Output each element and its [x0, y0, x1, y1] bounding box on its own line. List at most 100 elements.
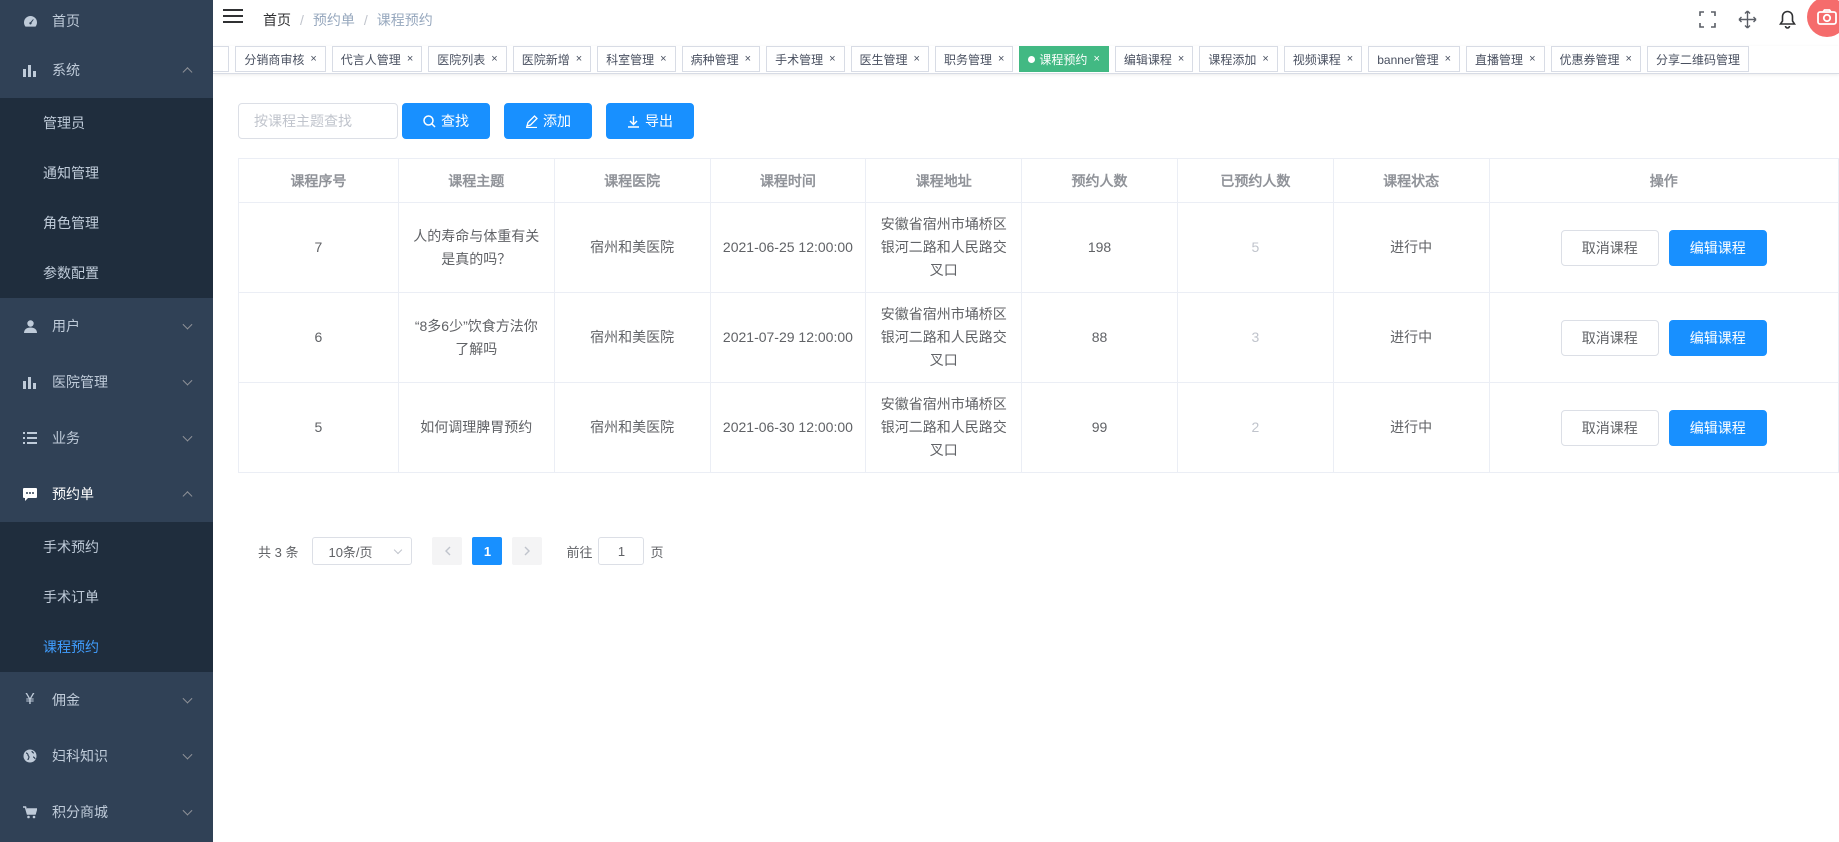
- sub-item-notice[interactable]: 通知管理: [0, 148, 213, 198]
- breadcrumb-home[interactable]: 首页: [263, 10, 291, 30]
- menu-home-label: 首页: [52, 13, 80, 29]
- tag-live[interactable]: 直播管理 ×: [1466, 46, 1545, 72]
- avatar[interactable]: [1807, 0, 1839, 37]
- edit-course-button[interactable]: 编辑课程: [1668, 319, 1767, 356]
- cell-id: 7: [238, 202, 399, 293]
- close-icon[interactable]: ×: [1262, 53, 1268, 65]
- toolbar: 查找 添加 导出: [238, 103, 694, 139]
- tag-add-course[interactable]: 课程添加 ×: [1199, 46, 1278, 72]
- menu-hospital[interactable]: 医院管理: [0, 354, 213, 410]
- breadcrumb-separator: /: [363, 12, 368, 28]
- menu-commission[interactable]: ¥ 佣金: [0, 672, 213, 728]
- page-size-select[interactable]: 10条/页: [312, 537, 413, 565]
- menu-gyn[interactable]: 妇科知识: [0, 728, 213, 784]
- course-table: 课程序号 课程主题 课程医院 课程时间 课程地址 预约人数 已预约人数 课程状态…: [238, 158, 1839, 473]
- download-icon: [627, 115, 640, 128]
- search-button[interactable]: 查找: [402, 103, 490, 139]
- fullscreen-icon[interactable]: [1687, 0, 1727, 38]
- close-icon[interactable]: ×: [407, 53, 413, 65]
- chevron-up-icon: [182, 67, 193, 78]
- sub-item-surgery-order[interactable]: 手术订单: [0, 572, 213, 622]
- close-icon[interactable]: ×: [310, 53, 316, 65]
- prev-page-button[interactable]: [432, 537, 463, 565]
- menu-home[interactable]: 首页: [0, 0, 213, 42]
- breadcrumb-booking: 预约单: [312, 12, 355, 28]
- edit-course-button[interactable]: 编辑课程: [1668, 409, 1767, 446]
- menu-business[interactable]: 业务: [0, 410, 213, 466]
- tag-department[interactable]: 科室管理 ×: [597, 46, 676, 72]
- close-icon[interactable]: ×: [576, 53, 582, 65]
- close-icon[interactable]: ×: [1626, 53, 1632, 65]
- col-header-status: 课程状态: [1333, 158, 1490, 203]
- cancel-course-button[interactable]: 取消课程: [1560, 409, 1659, 446]
- cell-address: 安徽省宿州市埇桥区银河二路和人民路交叉口: [865, 202, 1023, 293]
- sub-item-admin[interactable]: 管理员: [0, 98, 213, 148]
- goto-prefix: 前往: [566, 544, 593, 560]
- close-icon[interactable]: ×: [998, 53, 1004, 65]
- cell-booked: 3: [1177, 292, 1334, 383]
- tag-hidden-edge[interactable]: [213, 46, 230, 72]
- cell-address: 安徽省宿州市埇桥区银河二路和人民路交叉口: [865, 382, 1023, 473]
- goto-page-input[interactable]: [598, 537, 645, 565]
- tag-spokesperson[interactable]: 代言人管理 ×: [331, 46, 423, 72]
- tag-surgery[interactable]: 手术管理 ×: [766, 46, 845, 72]
- close-icon[interactable]: ×: [745, 53, 751, 65]
- tag-distributor-review[interactable]: 分销商审核 ×: [235, 46, 326, 72]
- table-row: 6 “8多6少”饮食方法你了解吗 宿州和美医院 2021-07-29 12:00…: [238, 292, 1839, 383]
- tag-disease[interactable]: 病种管理 ×: [681, 46, 761, 72]
- chevron-left-icon: [444, 546, 451, 556]
- hamburger-icon[interactable]: [223, 9, 243, 25]
- cell-status: 进行中: [1333, 202, 1490, 293]
- close-icon[interactable]: ×: [1178, 53, 1184, 65]
- tag-hospital-add[interactable]: 医院新增 ×: [512, 46, 592, 72]
- sub-item-role[interactable]: 角色管理: [0, 198, 213, 248]
- tag-position[interactable]: 职务管理 ×: [934, 46, 1014, 72]
- tag-edit-course[interactable]: 编辑课程 ×: [1114, 46, 1194, 72]
- edit-course-button[interactable]: 编辑课程: [1668, 229, 1767, 266]
- tag-banner[interactable]: banner管理 ×: [1368, 46, 1461, 72]
- add-button-label: 添加: [543, 113, 571, 129]
- close-icon[interactable]: ×: [1093, 53, 1099, 65]
- page-size-value: 10条/页: [328, 544, 373, 560]
- cell-topic: 如何调理脾胃预约: [398, 382, 555, 473]
- page-jumper: 前往 页: [566, 537, 664, 565]
- list-icon: [22, 430, 38, 446]
- tag-course-booking[interactable]: 课程预约 ×: [1019, 46, 1109, 72]
- menu-system-label: 系统: [52, 62, 80, 78]
- menu-system[interactable]: 系统: [0, 42, 213, 98]
- tag-hospital-list[interactable]: 医院列表 ×: [428, 46, 507, 72]
- close-icon[interactable]: ×: [1529, 53, 1535, 65]
- cancel-course-button[interactable]: 取消课程: [1560, 319, 1659, 356]
- tag-doctor[interactable]: 医生管理 ×: [850, 46, 929, 72]
- sub-item-surgery-booking[interactable]: 手术预约: [0, 522, 213, 572]
- close-icon[interactable]: ×: [491, 53, 497, 65]
- search-input[interactable]: [238, 103, 398, 139]
- menu-user[interactable]: 用户: [0, 298, 213, 354]
- next-page-button[interactable]: [512, 537, 543, 565]
- cell-address: 安徽省宿州市埇桥区银河二路和人民路交叉口: [865, 292, 1023, 383]
- close-icon[interactable]: ×: [914, 53, 920, 65]
- chevron-down-icon: [182, 805, 193, 816]
- menu-gyn-label: 妇科知识: [52, 748, 108, 764]
- close-icon[interactable]: ×: [829, 53, 835, 65]
- tag-video-course[interactable]: 视频课程 ×: [1283, 46, 1363, 72]
- move-icon[interactable]: [1727, 0, 1767, 38]
- close-icon[interactable]: ×: [1445, 53, 1451, 65]
- cell-actions: 取消课程 编辑课程: [1489, 382, 1839, 473]
- close-icon[interactable]: ×: [660, 53, 666, 65]
- bell-icon[interactable]: [1767, 0, 1807, 38]
- sub-item-course-booking[interactable]: 课程预约: [0, 622, 213, 672]
- export-button[interactable]: 导出: [606, 103, 694, 139]
- tag-share-qrcode[interactable]: 分享二维码管理: [1646, 46, 1749, 72]
- cell-id: 6: [238, 292, 399, 383]
- chevron-down-icon: [182, 375, 193, 386]
- sub-item-params[interactable]: 参数配置: [0, 248, 213, 298]
- add-button[interactable]: 添加: [504, 103, 592, 139]
- cell-booked: 2: [1177, 382, 1334, 473]
- page-number-1[interactable]: 1: [472, 537, 503, 565]
- cancel-course-button[interactable]: 取消课程: [1560, 229, 1659, 266]
- tag-coupon[interactable]: 优惠券管理 ×: [1550, 46, 1641, 72]
- menu-points[interactable]: 积分商城: [0, 784, 213, 840]
- close-icon[interactable]: ×: [1347, 53, 1353, 65]
- menu-booking[interactable]: 预约单: [0, 466, 213, 522]
